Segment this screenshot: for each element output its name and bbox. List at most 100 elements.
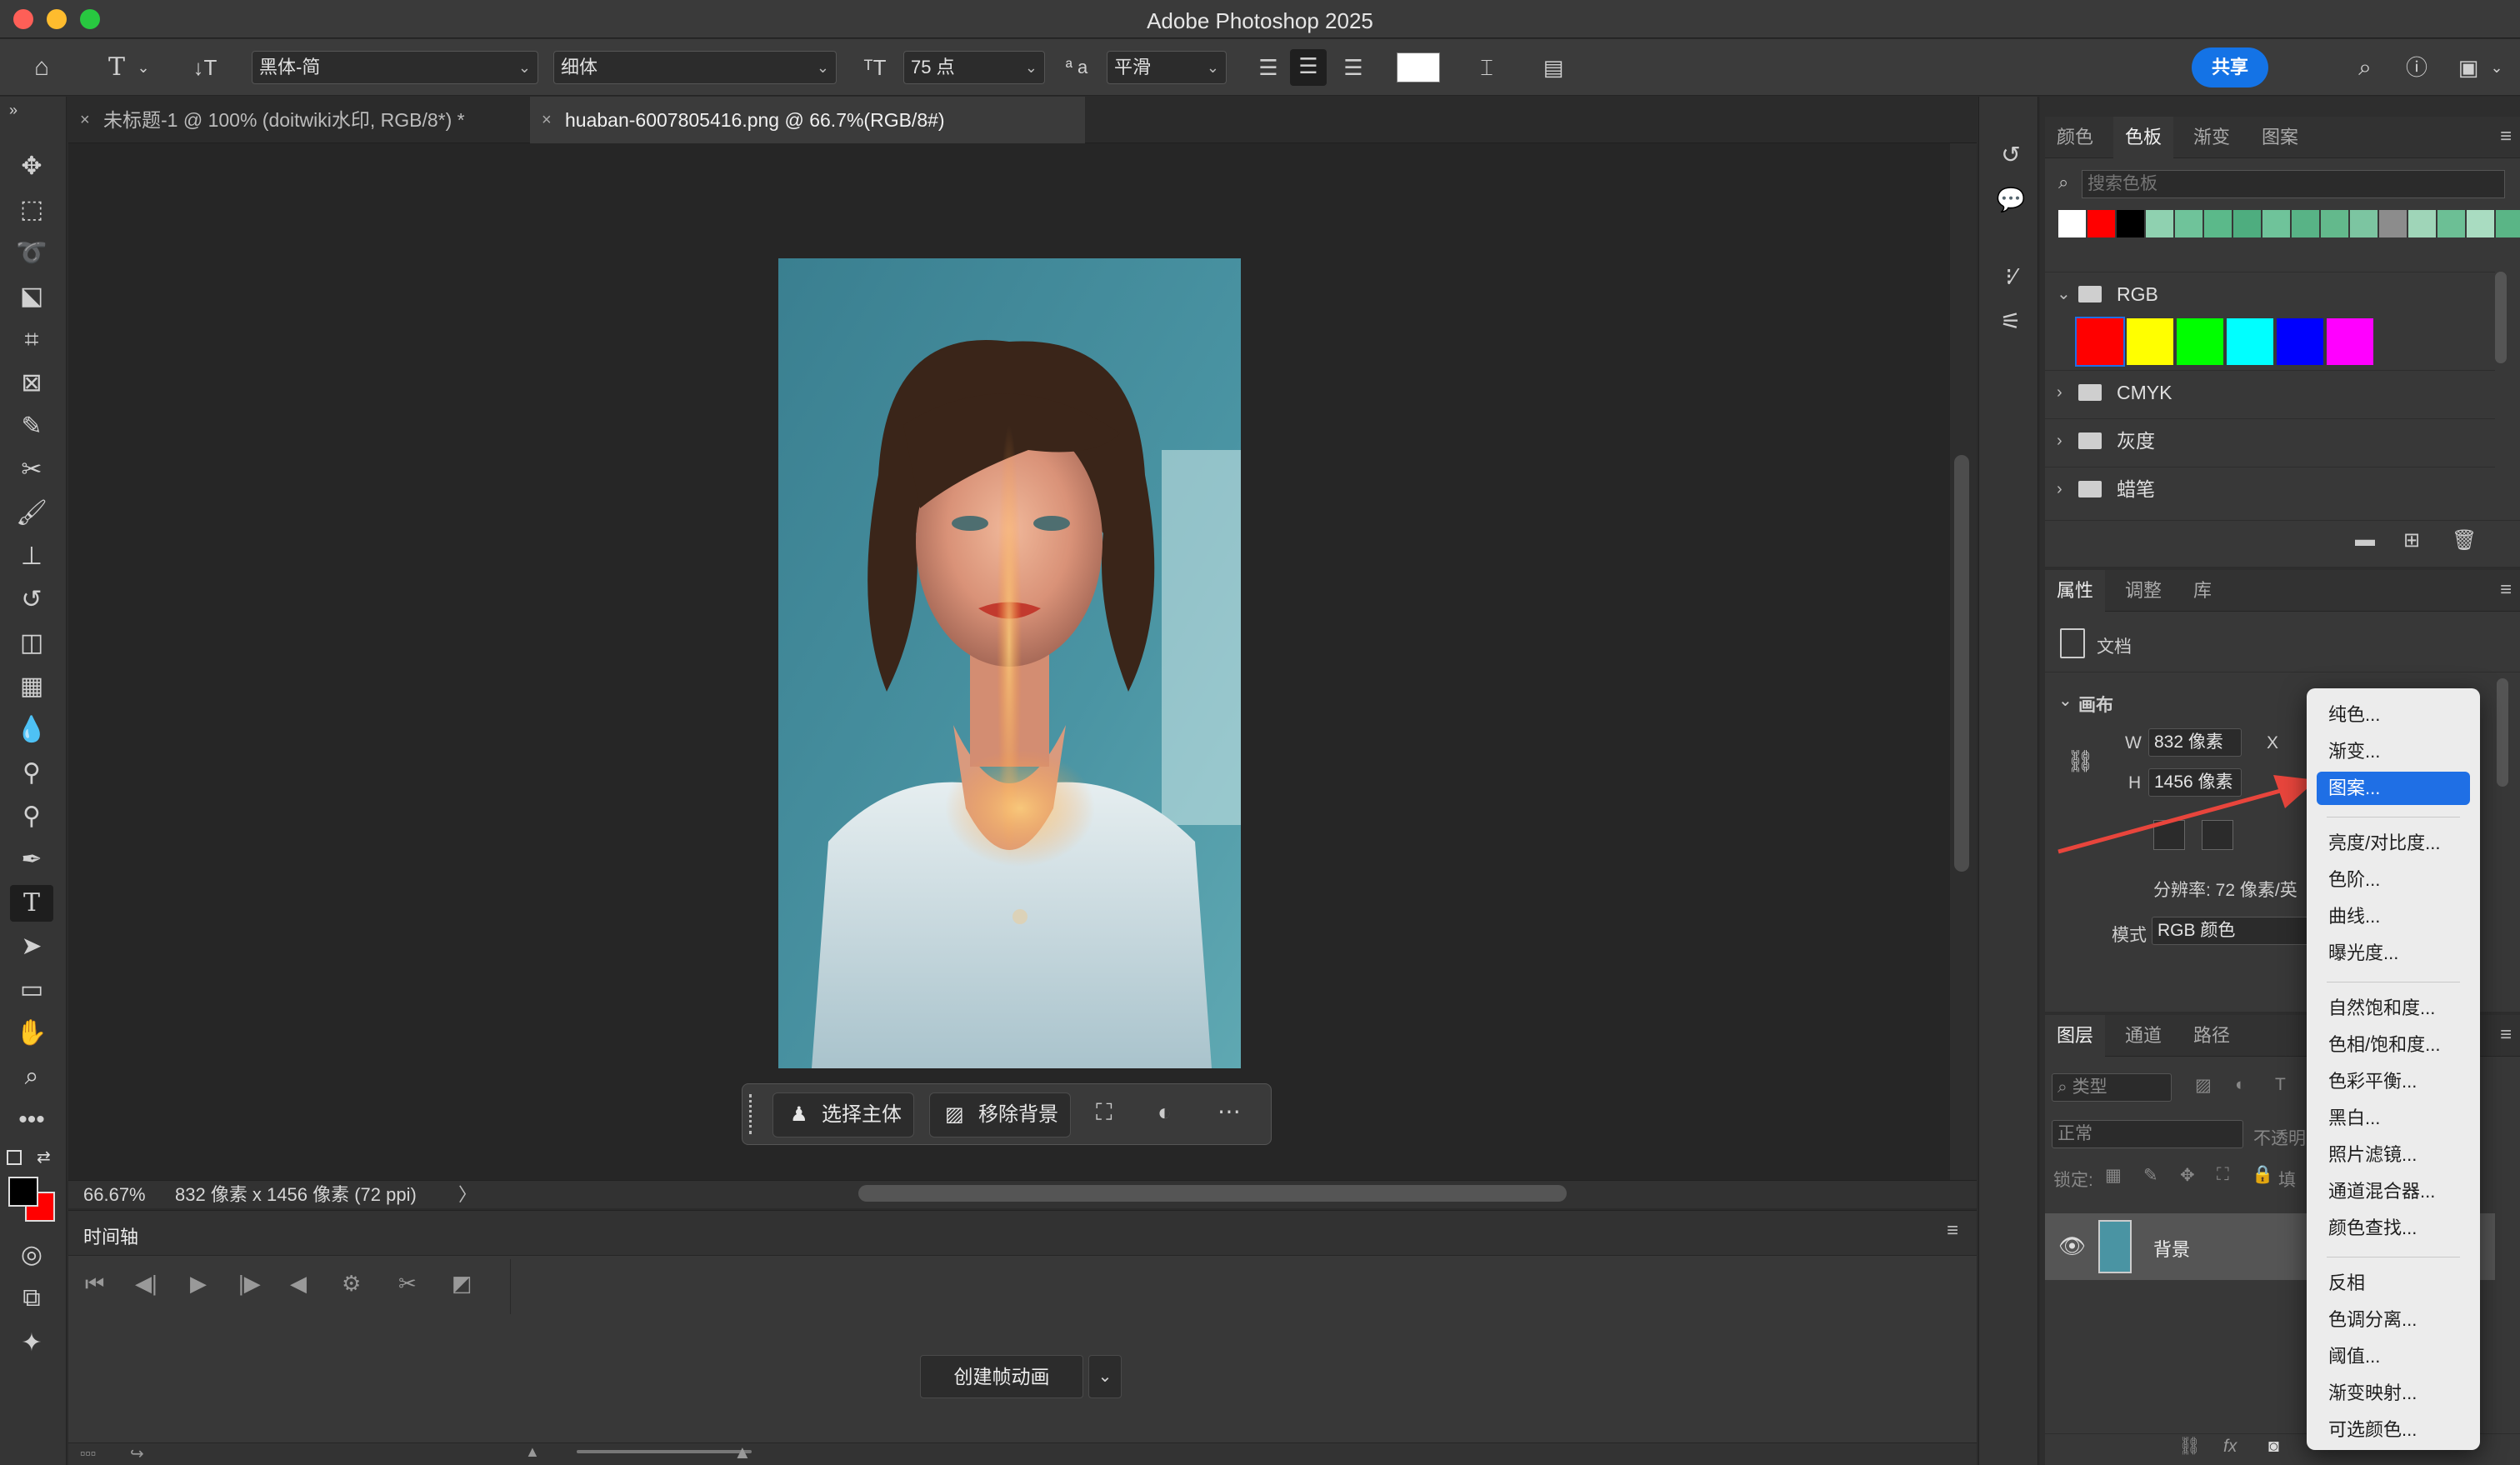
swatches-scrollbar[interactable] bbox=[2495, 272, 2507, 363]
recent-swatch[interactable] bbox=[2088, 210, 2115, 238]
menu-item[interactable]: 阈值... bbox=[2317, 1340, 2470, 1373]
properties-scrollbar[interactable] bbox=[2497, 678, 2508, 787]
tab-gradients[interactable]: 渐变 bbox=[2182, 117, 2242, 158]
menu-item[interactable]: 色阶... bbox=[2317, 863, 2470, 897]
settings-gear-icon[interactable]: ⚙ bbox=[342, 1271, 361, 1297]
home-icon[interactable]: ⌂ bbox=[25, 51, 58, 84]
comments-icon[interactable]: 💬 bbox=[1994, 183, 2028, 217]
chevron-down-icon[interactable]: ⌄ bbox=[1088, 1355, 1122, 1398]
swatch-group-pastel[interactable]: › 蜡笔 bbox=[2045, 467, 2495, 510]
panel-menu-icon[interactable]: ≡ bbox=[2500, 1023, 2512, 1047]
screen-mode-icon[interactable]: ⧉ bbox=[10, 1280, 53, 1317]
recent-swatch[interactable] bbox=[2438, 210, 2465, 238]
menu-item[interactable]: 纯色... bbox=[2317, 698, 2470, 732]
lock-all-icon[interactable]: 🔒 bbox=[2252, 1165, 2273, 1185]
chevron-right-icon[interactable]: › bbox=[2057, 371, 2062, 414]
brush-tool-icon[interactable]: 🖌 bbox=[10, 495, 53, 532]
filter-image-icon[interactable]: ▨ bbox=[2195, 1075, 2212, 1096]
horizontal-scroll-thumb[interactable] bbox=[858, 1185, 1567, 1202]
recent-swatch[interactable] bbox=[2204, 210, 2232, 238]
audio-icon[interactable]: ◀ bbox=[290, 1271, 307, 1297]
tab-huaban[interactable]: × huaban-6007805416.png @ 66.7%(RGB/8#) bbox=[530, 97, 1085, 143]
more-options-icon[interactable]: ⋯ bbox=[1218, 1098, 1241, 1125]
recent-swatch[interactable] bbox=[2262, 210, 2290, 238]
healing-brush-tool-icon[interactable]: ✂ bbox=[10, 452, 53, 488]
chevron-down-icon[interactable]: ⌄ bbox=[2058, 690, 2072, 711]
tab-channels[interactable]: 通道 bbox=[2113, 1015, 2173, 1057]
search-icon[interactable]: ⌕ bbox=[2348, 51, 2382, 84]
more-tools-icon[interactable]: ••• bbox=[10, 1102, 53, 1138]
recent-swatch[interactable] bbox=[2175, 210, 2202, 238]
remove-background-button[interactable]: ▨ 移除背景 bbox=[929, 1092, 1071, 1138]
menu-item[interactable]: 渐变... bbox=[2317, 735, 2470, 768]
menu-item[interactable]: 渐变映射... bbox=[2317, 1377, 2470, 1410]
swatch-group-grayscale[interactable]: › 灰度 bbox=[2045, 418, 2495, 462]
menu-item[interactable]: 反相 bbox=[2317, 1267, 2470, 1300]
drag-handle[interactable] bbox=[749, 1094, 756, 1134]
zoom-in-icon[interactable]: ▲ bbox=[733, 1442, 752, 1463]
recent-swatch[interactable] bbox=[2321, 210, 2348, 238]
zoom-out-icon[interactable]: ▲ bbox=[525, 1443, 540, 1461]
go-first-frame-icon[interactable]: ⏮ bbox=[85, 1271, 104, 1298]
foreground-color-swatch[interactable] bbox=[8, 1177, 38, 1207]
transition-icon[interactable]: ◩ bbox=[452, 1271, 472, 1297]
create-frame-animation-button[interactable]: 创建帧动画 bbox=[920, 1355, 1083, 1398]
new-group-folder-icon[interactable]: ▬ bbox=[2355, 528, 2375, 552]
rgb-swatch[interactable] bbox=[2327, 318, 2373, 365]
eyedropper-tool-icon[interactable]: ✎ bbox=[10, 408, 53, 445]
dodge-tool-icon[interactable]: ⚲ bbox=[10, 755, 53, 792]
path-selection-tool-icon[interactable]: ➤ bbox=[10, 928, 53, 965]
menu-item[interactable]: 色彩平衡... bbox=[2317, 1065, 2470, 1098]
vertical-scroll-thumb[interactable] bbox=[1954, 455, 1969, 872]
chevron-right-icon[interactable]: 〉 bbox=[458, 1181, 477, 1209]
swatch-search-input[interactable] bbox=[2082, 170, 2505, 198]
lock-pixels-icon[interactable]: ✎ bbox=[2143, 1165, 2158, 1186]
recent-swatch[interactable] bbox=[2496, 210, 2520, 238]
pen-tool-icon[interactable]: ✒ bbox=[10, 842, 53, 878]
menu-item[interactable]: 亮度/对比度... bbox=[2317, 827, 2470, 860]
adjustment-icon[interactable]: ◐ bbox=[1158, 1099, 1172, 1126]
menu-item[interactable]: 通道混合器... bbox=[2317, 1175, 2470, 1208]
move-tool-icon[interactable]: ✥ bbox=[10, 148, 53, 185]
blend-mode-select[interactable]: 正常 bbox=[2052, 1120, 2243, 1148]
width-field[interactable]: 832 像素 bbox=[2148, 728, 2242, 757]
tab-adjustments[interactable]: 调整 bbox=[2113, 570, 2173, 612]
zoom-level[interactable]: 66.67% bbox=[83, 1181, 146, 1209]
menu-item[interactable]: 色调分离... bbox=[2317, 1303, 2470, 1337]
chevron-right-icon[interactable]: › bbox=[2057, 419, 2062, 462]
tab-paths[interactable]: 路径 bbox=[2182, 1015, 2242, 1057]
rgb-swatch[interactable] bbox=[2127, 318, 2173, 365]
text-orientation-icon[interactable]: ↓T bbox=[188, 51, 222, 84]
quick-mask-icon[interactable]: ◎ bbox=[10, 1237, 53, 1273]
warp-text-icon[interactable]: ⌶ bbox=[1470, 51, 1503, 84]
filter-adjustment-icon[interactable]: ◐ bbox=[2235, 1075, 2246, 1095]
brush-settings-icon[interactable]: ⁝⁄ bbox=[1994, 260, 2028, 293]
recent-swatch[interactable] bbox=[2408, 210, 2436, 238]
menu-item[interactable]: 色相/饱和度... bbox=[2317, 1028, 2470, 1062]
recent-swatch[interactable] bbox=[2233, 210, 2261, 238]
select-subject-button[interactable]: ♟ 选择主体 bbox=[772, 1092, 914, 1138]
workspace-icon[interactable]: ▣ bbox=[2452, 51, 2485, 84]
fx-icon[interactable]: fx bbox=[2223, 1437, 2237, 1457]
tab-libraries[interactable]: 库 bbox=[2182, 570, 2223, 612]
font-family-select[interactable]: 黑体-简 ⌄ bbox=[252, 51, 538, 84]
recent-swatch[interactable] bbox=[2058, 210, 2086, 238]
next-frame-icon[interactable]: |▶ bbox=[238, 1271, 261, 1297]
frame-tool-icon[interactable]: ⊠ bbox=[10, 365, 53, 402]
hand-tool-icon[interactable]: ✋ bbox=[10, 1015, 53, 1052]
tab-patterns[interactable]: 图案 bbox=[2250, 117, 2310, 158]
panel-menu-icon[interactable]: ≡ bbox=[2500, 578, 2512, 602]
rgb-swatch[interactable] bbox=[2227, 318, 2273, 365]
mode-select[interactable]: RGB 颜色 bbox=[2152, 917, 2318, 945]
tab-layers[interactable]: 图层 bbox=[2045, 1015, 2106, 1057]
play-icon[interactable]: ▶ bbox=[190, 1271, 207, 1297]
type-tool-icon[interactable]: T bbox=[10, 885, 53, 922]
zoom-slider[interactable] bbox=[577, 1450, 752, 1453]
adjustments-sliders-icon[interactable]: ⚟ bbox=[1994, 305, 2028, 338]
panel-menu-icon[interactable]: ≡ bbox=[2500, 125, 2512, 148]
recent-swatch[interactable] bbox=[2292, 210, 2319, 238]
tab-color[interactable]: 颜色 bbox=[2045, 117, 2105, 158]
tab-untitled-1[interactable]: × 未标题-1 @ 100% (doitwiki水印, RGB/8*) * bbox=[68, 97, 528, 143]
recent-swatch[interactable] bbox=[2467, 210, 2494, 238]
rectangle-tool-icon[interactable]: ▭ bbox=[10, 972, 53, 1008]
